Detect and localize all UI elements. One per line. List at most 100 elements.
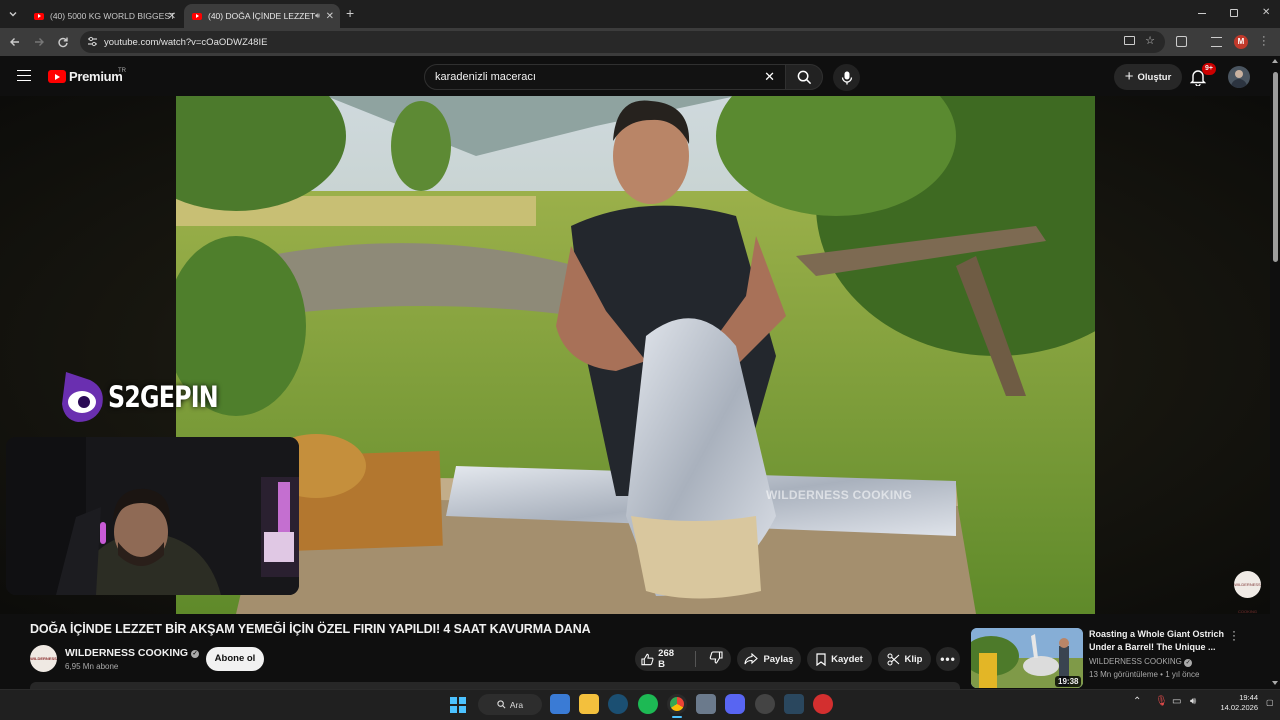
search-input[interactable]: karadenizli maceracı ✕: [424, 64, 786, 90]
channel-watermark-logo[interactable]: WILDERNESS COOKING: [1234, 571, 1261, 614]
search-button[interactable]: [785, 64, 823, 90]
account-avatar[interactable]: [1228, 66, 1250, 88]
clock-date: 14.02.2026: [1220, 703, 1258, 712]
volume-icon[interactable]: 🔊︎: [1190, 696, 1196, 707]
region-code: TR: [118, 68, 126, 74]
youtube-favicon-icon: [34, 12, 44, 20]
streamer-logo-icon: [60, 368, 108, 424]
view-count: 13 Mn görüntüleme: [1089, 670, 1158, 679]
more-vertical-icon[interactable]: · · ·: [1228, 625, 1240, 645]
channel-name[interactable]: WILDERNESS COOKING ✓: [65, 647, 200, 659]
search-icon: [497, 700, 506, 709]
webcam-overlay: [6, 437, 299, 595]
scrollbar-thumb[interactable]: [1273, 72, 1278, 262]
recommended-channel-text: WILDERNESS COOKING: [1089, 657, 1182, 666]
clip-button[interactable]: Klip: [878, 647, 931, 671]
dislike-button[interactable]: [701, 651, 731, 667]
recommended-video-meta: 13 Mn görüntüleme • 1 yıl önce: [1089, 670, 1199, 679]
bookmark-icon: [816, 652, 826, 666]
voice-search-button[interactable]: [833, 64, 860, 91]
share-label: Paylaş: [763, 653, 794, 665]
spotify-icon[interactable]: [638, 694, 658, 714]
tab-label: (40) 5000 KG WORLD BIGGEST: [50, 11, 176, 21]
channel-avatar[interactable]: WILDERNESS COOKING: [30, 645, 57, 688]
chrome-icon[interactable]: [667, 694, 687, 714]
close-tab-icon[interactable]: ✕: [326, 11, 334, 22]
thumbs-up-icon: [641, 653, 654, 665]
clock-time: 19:44: [1239, 693, 1258, 702]
streamer-name-overlay: S2GEPIN: [108, 380, 219, 414]
tray-overflow-icon[interactable]: ⌃: [1133, 696, 1141, 707]
create-label: Oluştur: [1137, 71, 1172, 83]
new-tab-button[interactable]: +: [346, 5, 354, 21]
youtube-favicon-icon: [192, 12, 202, 20]
record-icon[interactable]: [813, 694, 833, 714]
tab-world-biggest[interactable]: (40) 5000 KG WORLD BIGGEST ✕: [26, 4, 182, 28]
microphone-tray-icon[interactable]: 🎙︎: [1155, 696, 1168, 707]
site-info-icon[interactable]: [87, 36, 98, 50]
back-icon[interactable]: [3, 28, 27, 56]
address-bar[interactable]: youtube.com/watch?v=cOaODWZ48IE ☆: [80, 31, 1165, 53]
like-dislike-group: 268 B: [635, 647, 731, 671]
taskbar-search-label: Ara: [509, 699, 524, 710]
windows-start-icon[interactable]: [450, 697, 466, 713]
search-icon: [797, 70, 812, 85]
video-scene: [176, 96, 1095, 614]
bookmark-star-icon[interactable]: ☆: [1145, 34, 1155, 47]
notification-center-icon[interactable]: ▢: [1266, 698, 1274, 707]
tab-doga-icinde[interactable]: (40) DOĞA İÇİNDE LEZZET 🔊︎ ✕: [184, 4, 340, 28]
scroll-down-icon[interactable]: [1272, 681, 1278, 685]
recommended-video-title[interactable]: Roasting a Whole Giant Ostrich Under a B…: [1089, 628, 1229, 654]
profile-avatar[interactable]: M: [1234, 35, 1248, 49]
video-frame[interactable]: [176, 96, 1095, 614]
taskbar-search[interactable]: Ara: [478, 694, 542, 715]
more-actions-button[interactable]: •••: [936, 647, 960, 671]
tab-search-icon[interactable]: [2, 2, 24, 26]
extensions-icon[interactable]: [1176, 36, 1187, 47]
logo-text: Premium: [69, 69, 123, 84]
like-button[interactable]: 268 B: [635, 648, 690, 670]
clear-search-icon[interactable]: ✕: [764, 69, 775, 85]
microphone-icon: [841, 71, 852, 84]
steam-alt-icon[interactable]: [784, 694, 804, 714]
network-icon[interactable]: ▭: [1172, 696, 1181, 707]
taskbar-clock[interactable]: 19:44 14.02.2026: [1208, 693, 1258, 713]
task-view-icon[interactable]: [550, 694, 570, 714]
steam-icon[interactable]: [608, 694, 628, 714]
minimize-icon[interactable]: [1198, 13, 1206, 14]
verified-badge-icon: ✓: [1184, 659, 1193, 667]
scissors-icon: [887, 653, 899, 665]
browser-toolbar: youtube.com/watch?v=cOaODWZ48IE ☆ M · · ·: [0, 28, 1280, 56]
browser-menu-icon[interactable]: · · ·: [1262, 32, 1266, 51]
media-controls-icon[interactable]: [1211, 37, 1222, 47]
youtube-premium-logo[interactable]: Premium: [48, 69, 123, 84]
create-button[interactable]: + Oluştur: [1114, 64, 1182, 90]
close-icon[interactable]: ✕: [1262, 7, 1270, 18]
plus-icon: +: [1124, 68, 1134, 85]
audio-playing-icon[interactable]: 🔊︎: [315, 11, 320, 21]
subscribe-button[interactable]: Abone ol: [206, 647, 264, 671]
reload-icon[interactable]: [51, 28, 75, 56]
video-watermark: WILDERNESS COOKING: [766, 488, 913, 502]
save-button[interactable]: Kaydet: [807, 647, 872, 671]
notification-badge: 9+: [1202, 63, 1216, 75]
browser-tab-bar: (40) 5000 KG WORLD BIGGEST ✕ (40) DOĞA İ…: [0, 0, 1280, 28]
close-tab-icon[interactable]: ✕: [168, 11, 176, 22]
app-launcher-icon[interactable]: [755, 694, 775, 714]
channel-name-text: WILDERNESS COOKING: [65, 647, 189, 659]
youtube-logo-icon: [48, 70, 66, 83]
hamburger-menu-icon[interactable]: [17, 70, 31, 81]
search-query: karadenizli maceracı: [435, 71, 536, 83]
cast-icon[interactable]: [1124, 36, 1135, 45]
video-title: DOĞA İÇİNDE LEZZET BİR AKŞAM YEMEĞİ İÇİN…: [30, 622, 591, 636]
scroll-up-icon[interactable]: [1272, 59, 1278, 63]
recommended-channel-name[interactable]: WILDERNESS COOKING ✓: [1089, 657, 1193, 667]
file-explorer-icon[interactable]: [579, 694, 599, 714]
app-icon[interactable]: [696, 694, 716, 714]
discord-icon[interactable]: [725, 694, 745, 714]
like-divider: [695, 651, 696, 667]
forward-icon[interactable]: [27, 28, 51, 56]
restore-icon[interactable]: [1230, 9, 1238, 17]
share-button[interactable]: Paylaş: [737, 647, 801, 671]
thumbs-down-icon: [709, 651, 723, 664]
